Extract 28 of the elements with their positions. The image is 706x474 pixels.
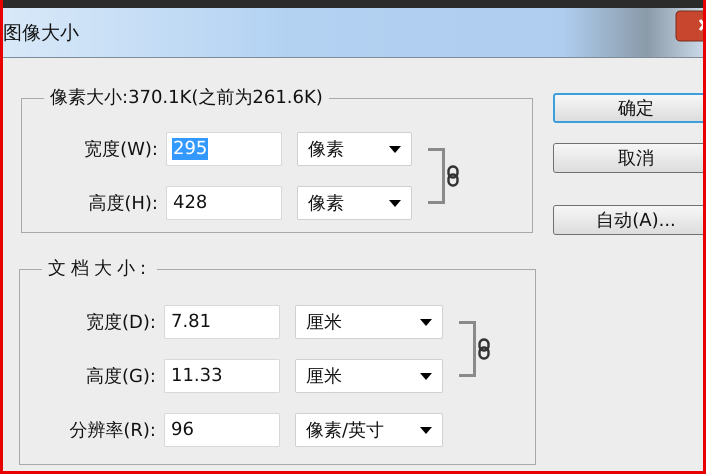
- field-label: 高度(G):: [84, 365, 157, 388]
- group-label: 像素大小:370.1K(之前为261.6K): [49, 86, 324, 110]
- unit-dropdown[interactable]: 厘米: [295, 359, 443, 393]
- input-field[interactable]: 11.33: [164, 359, 280, 393]
- unit-dropdown[interactable]: 厘米: [295, 305, 443, 339]
- unit-dropdown[interactable]: 像素: [297, 186, 412, 220]
- unit-dropdown[interactable]: 像素/英寸: [295, 413, 443, 447]
- field-label: 高度(H):: [87, 192, 159, 215]
- input-field[interactable]: 428: [166, 186, 282, 220]
- field-label: 宽度(W):: [83, 138, 159, 161]
- input-field[interactable]: 96: [164, 413, 280, 447]
- caret-icon: [389, 200, 401, 206]
- unit-dropdown[interactable]: 像素: [297, 132, 412, 166]
- dialog-button[interactable]: 取消: [553, 143, 703, 173]
- input-field[interactable]: 7.81: [164, 305, 280, 339]
- group-label: 文档大小:: [47, 257, 152, 281]
- window-title: 图像大小: [3, 20, 79, 46]
- field-label: 分辨率(R):: [68, 419, 157, 442]
- chain-link-icon: [478, 338, 490, 360]
- field-label: 宽度(D):: [85, 311, 157, 334]
- caret-icon: [420, 318, 432, 326]
- chain-link-icon: [447, 165, 459, 187]
- caret-icon: [420, 372, 432, 380]
- close-icon[interactable]: [675, 10, 703, 44]
- dialog-button[interactable]: 确定: [553, 93, 703, 123]
- caret-icon: [420, 426, 432, 434]
- caret-icon: [389, 146, 401, 152]
- dialog-button[interactable]: 自动(A)...: [553, 205, 703, 235]
